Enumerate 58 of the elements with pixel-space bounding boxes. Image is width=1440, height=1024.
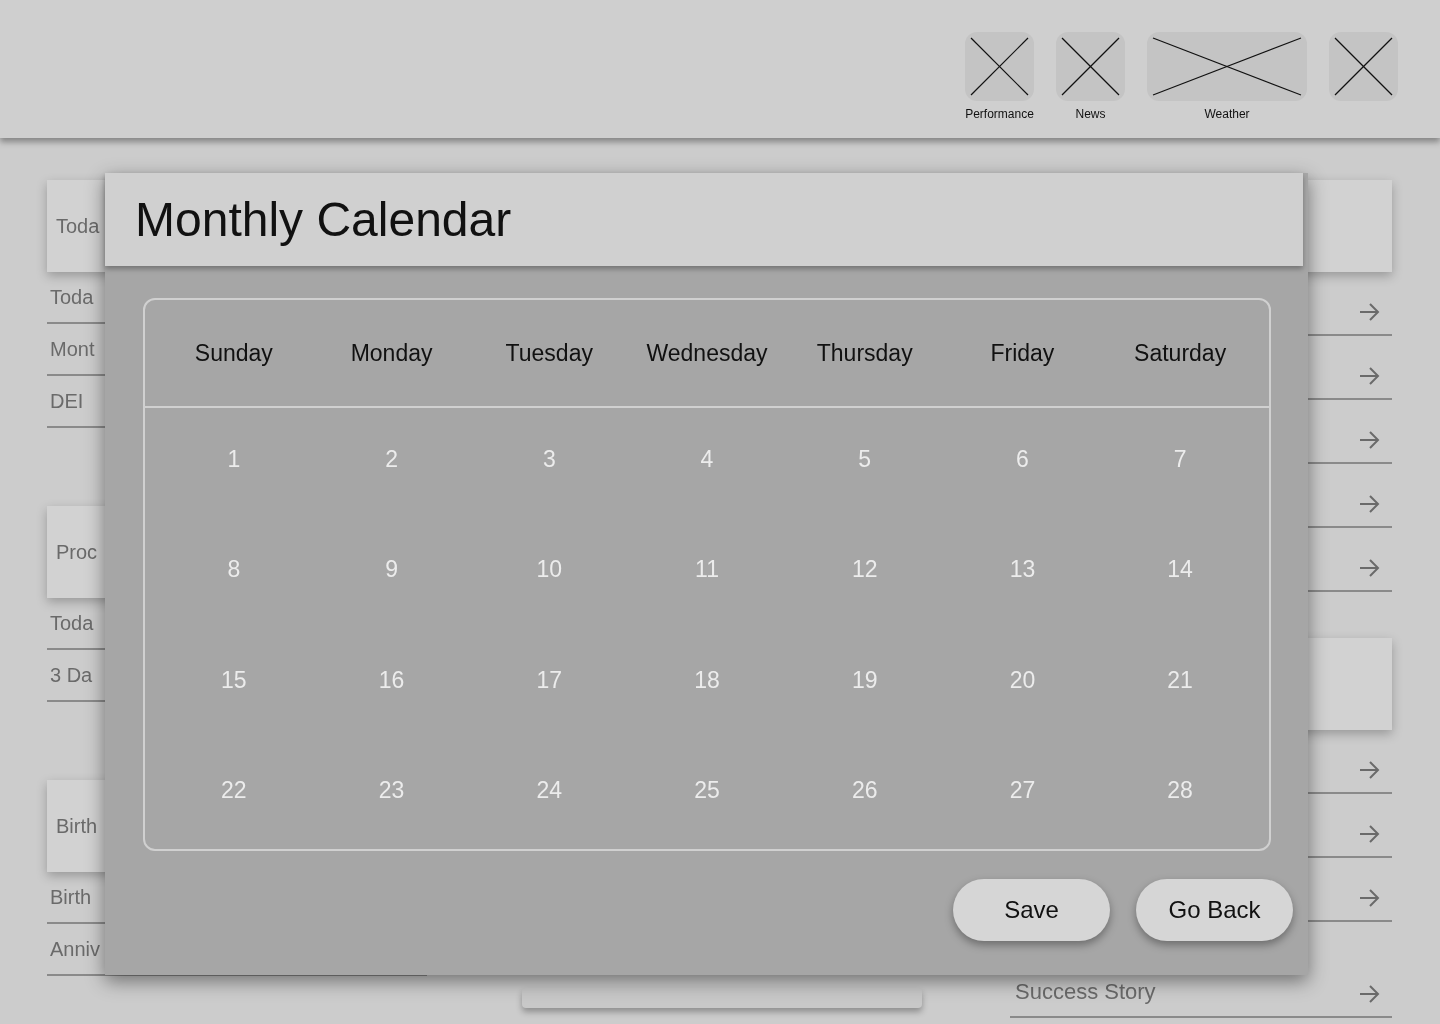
day-number[interactable]: 5: [858, 442, 872, 519]
day-number[interactable]: 27: [1009, 772, 1036, 849]
day-number[interactable]: 8: [227, 552, 241, 629]
weekday-label: Wednesday: [646, 338, 768, 368]
arrow-right-icon[interactable]: [1358, 760, 1380, 780]
day-number[interactable]: 18: [694, 662, 720, 739]
day-number[interactable]: 3: [542, 442, 556, 519]
day-number[interactable]: 25: [694, 772, 720, 849]
day-number[interactable]: 10: [536, 552, 563, 629]
arrow-right-icon[interactable]: [1358, 366, 1380, 386]
day-number[interactable]: 11: [695, 552, 719, 629]
tile-label: Weather: [1204, 106, 1250, 123]
day-number[interactable]: 21: [1167, 662, 1193, 739]
arrow-right-icon[interactable]: [1358, 824, 1380, 844]
weekday-label: Thursday: [816, 338, 913, 368]
section-title: Birth: [56, 814, 98, 839]
day-number[interactable]: 13: [1009, 552, 1036, 629]
image-placeholder-icon[interactable]: [1147, 32, 1307, 101]
image-placeholder-icon[interactable]: [1056, 32, 1125, 101]
day-number[interactable]: 19: [851, 662, 878, 739]
day-number[interactable]: 24: [536, 772, 563, 849]
day-number[interactable]: 26: [851, 772, 878, 849]
day-number[interactable]: 22: [221, 772, 247, 849]
arrow-right-icon[interactable]: [1358, 494, 1380, 514]
weekday-label: Friday: [990, 338, 1055, 368]
day-number[interactable]: 23: [378, 772, 405, 849]
day-number[interactable]: 2: [385, 442, 398, 519]
day-number[interactable]: 14: [1167, 552, 1193, 629]
row-label: Success Story: [1015, 978, 1156, 1006]
day-number[interactable]: 7: [1173, 442, 1187, 519]
day-number[interactable]: 4: [700, 442, 714, 519]
day-number[interactable]: 28: [1167, 772, 1193, 849]
dialog-button[interactable]: Go Back: [1136, 879, 1293, 941]
arrow-right-icon[interactable]: [1358, 302, 1380, 322]
arrow-right-icon[interactable]: [1358, 430, 1380, 450]
dialog-button[interactable]: Save: [953, 879, 1110, 941]
day-number[interactable]: 20: [1009, 662, 1036, 739]
section-title: Toda: [56, 214, 100, 239]
day-number[interactable]: 16: [378, 662, 405, 739]
section-title: Proc: [56, 540, 98, 565]
weekday-label: Saturday: [1134, 338, 1227, 368]
day-number[interactable]: 6: [1016, 442, 1029, 519]
image-placeholder-icon[interactable]: [965, 32, 1034, 101]
tile-label: Performance: [965, 106, 1034, 123]
arrow-right-icon[interactable]: [1358, 984, 1380, 1004]
dialog-title: Monthly Calendar: [135, 191, 512, 248]
day-number[interactable]: 17: [536, 662, 563, 739]
day-number[interactable]: 15: [221, 662, 247, 739]
day-number[interactable]: 9: [385, 552, 398, 629]
arrow-right-icon[interactable]: [1358, 558, 1380, 578]
arrow-right-icon[interactable]: [1358, 888, 1380, 908]
day-number[interactable]: 1: [227, 442, 241, 519]
image-placeholder-icon[interactable]: [1329, 32, 1398, 101]
weekday-label: Monday: [350, 338, 433, 368]
weekday-label: Tuesday: [505, 338, 593, 368]
day-number[interactable]: 12: [851, 552, 878, 629]
weekday-label: Sunday: [194, 338, 273, 368]
tile-label: News: [1075, 106, 1106, 123]
